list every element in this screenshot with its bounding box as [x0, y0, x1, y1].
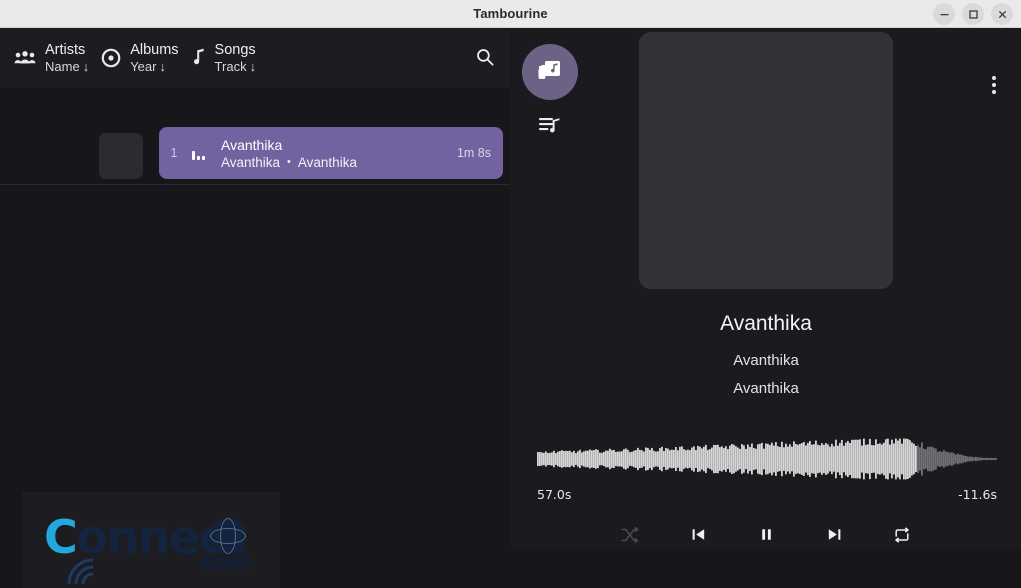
window-titlebar: Tambourine: [0, 0, 1021, 28]
app-body: Artists Name ↓ Albums Year ↓ Songs Track…: [0, 28, 1021, 588]
now-playing-title: Avanthika: [720, 312, 812, 335]
more-vertical-icon[interactable]: [981, 72, 1007, 98]
rail-button-queue[interactable]: [522, 106, 578, 150]
watermark-tld: com: [200, 550, 252, 575]
album-art-large[interactable]: [639, 32, 893, 289]
album-stack-icon: [537, 57, 563, 88]
track-artist: Avanthika: [221, 154, 281, 170]
sidebar-item-songs[interactable]: Songs Track ↓: [191, 28, 257, 88]
pause-icon: [758, 526, 775, 543]
track-list[interactable]: 1 Avanthika Avanthika • Avanthika 1m 8s: [0, 88, 510, 588]
close-icon: [997, 9, 1008, 20]
albums-disc-icon: [101, 48, 121, 68]
close-button[interactable]: [991, 3, 1013, 25]
elapsed-time: 57.0s: [537, 487, 572, 502]
previous-button[interactable]: [685, 522, 711, 548]
list-divider: [0, 184, 510, 185]
maximize-button[interactable]: [962, 3, 984, 25]
now-playing-album: Avanthika: [733, 380, 799, 397]
album-art-thumbnail[interactable]: [99, 133, 143, 179]
artists-sort-key: Name: [45, 58, 80, 74]
skip-previous-icon: [690, 526, 707, 543]
music-note-icon: [191, 48, 206, 68]
sidebar-item-albums-label: Albums: [130, 41, 179, 58]
skip-next-icon: [826, 526, 843, 543]
sidebar-item-songs-label: Songs: [214, 41, 256, 58]
albums-sort-key: Year: [130, 58, 157, 74]
remaining-time: -11.6s: [958, 487, 997, 502]
waveform-graphic: [537, 438, 997, 480]
now-playing-panel: Avanthika Avanthika Avanthika 57.0s -11.…: [511, 28, 1021, 549]
waveform-seekbar[interactable]: [537, 438, 997, 480]
sidebar-item-artists-label: Artists: [45, 41, 86, 58]
next-button[interactable]: [821, 522, 847, 548]
chevron-down-icon: ↓: [159, 58, 166, 74]
track-number: 1: [170, 146, 178, 160]
sidebar-item-albums-sort[interactable]: Year ↓: [130, 59, 178, 74]
maximize-icon: [968, 9, 979, 20]
sidebar-item-songs-sort[interactable]: Track ↓: [215, 59, 257, 74]
songs-sort-key: Track: [214, 58, 247, 74]
play-pause-button[interactable]: [753, 522, 779, 548]
chevron-down-icon: ↓: [82, 58, 90, 74]
sidebar-item-albums[interactable]: Albums Year ↓: [101, 28, 179, 88]
now-playing-artist: Avanthika: [733, 352, 799, 369]
minimize-button[interactable]: [933, 3, 955, 25]
playlist-queue-icon: [538, 115, 562, 142]
shuffle-icon: [621, 526, 639, 544]
table-row[interactable]: 1 Avanthika Avanthika • Avanthika 1m 8s: [159, 127, 503, 179]
shuffle-button[interactable]: [617, 522, 643, 548]
time-row: 57.0s -11.6s: [537, 487, 997, 502]
sidebar-item-artists[interactable]: Artists Name ↓: [14, 28, 89, 88]
window-controls: [933, 0, 1013, 28]
search-button[interactable]: [472, 46, 498, 72]
window-title: Tambourine: [473, 6, 548, 21]
sidebar-item-artists-sort[interactable]: Name ↓: [45, 59, 89, 74]
separator-dot: •: [287, 156, 291, 168]
signal-waves-icon: [67, 558, 94, 585]
chevron-down-icon: ↓: [249, 58, 257, 74]
search-icon: [475, 47, 495, 72]
minimize-icon: [939, 9, 950, 20]
library-panel: Artists Name ↓ Albums Year ↓ Songs Track…: [0, 28, 510, 588]
connect-com-watermark: Connect com: [22, 492, 280, 588]
track-album: Avanthika: [297, 154, 357, 170]
rail-button-library-albums[interactable]: [522, 44, 578, 100]
transport-controls: [511, 520, 1021, 549]
repeat-icon: [893, 526, 911, 544]
artists-icon: [14, 50, 36, 66]
library-toolbar: Artists Name ↓ Albums Year ↓ Songs Track…: [0, 28, 510, 88]
track-title: Avanthika: [221, 136, 283, 153]
repeat-button[interactable]: [889, 522, 915, 548]
equalizer-playing-icon: [187, 146, 209, 160]
track-duration: 1m 8s: [456, 146, 491, 160]
